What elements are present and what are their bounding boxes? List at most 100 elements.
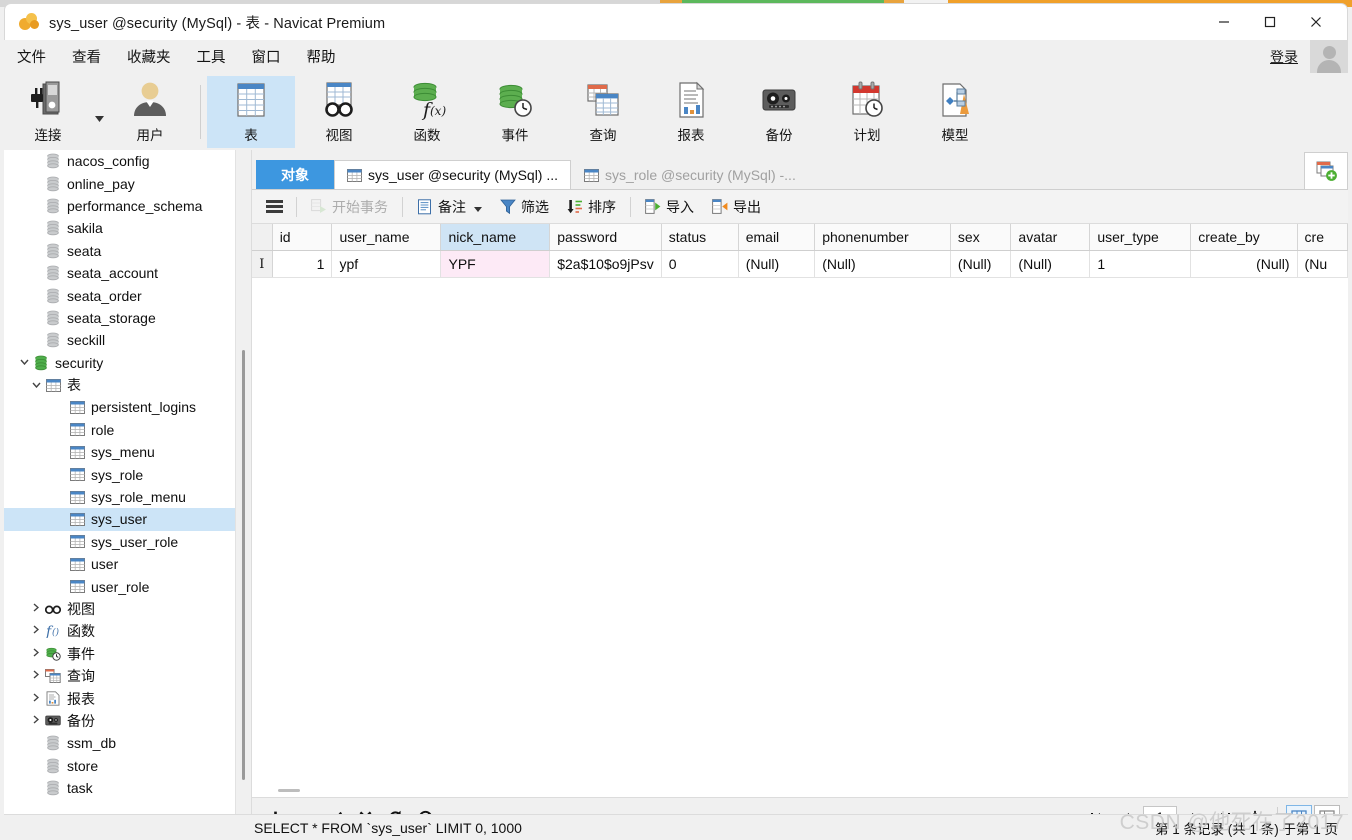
sidebar-scrollbar-thumb[interactable] [242,350,245,780]
maximize-button[interactable] [1247,4,1293,41]
ribbon-计划[interactable]: 计划 [823,76,911,148]
tree-node-报表[interactable]: 报表 [4,687,251,709]
column-header-password[interactable]: password [549,224,662,251]
tree-node-user_role[interactable]: user_role [4,575,251,597]
column-header-user_name[interactable]: user_name [331,224,442,251]
tree-node-user[interactable]: user [4,553,251,575]
tree-node-函数[interactable]: f () 函数 [4,620,251,642]
tree-node-seckill[interactable]: seckill [4,329,251,351]
cell-id[interactable]: 1 [272,250,333,278]
new-query-tab-button[interactable] [1304,152,1348,190]
tree-node-查询[interactable]: 查询 [4,665,251,687]
tree-node-task[interactable]: task [4,777,251,799]
ribbon-事件[interactable]: 事件 [471,76,559,148]
data-grid[interactable]: id user_name nick_name password status email p… [252,224,1348,798]
chevron-right-icon[interactable] [28,693,44,705]
tree-node-备份[interactable]: 备份 [4,710,251,732]
tree-node-seata_account[interactable]: seata_account [4,262,251,284]
column-header-status[interactable]: status [661,224,739,251]
close-button[interactable] [1293,4,1339,41]
tab-sys-user[interactable]: sys_user @security (MySql) ... [334,160,572,190]
chevron-right-icon[interactable] [28,648,44,660]
tree-node-store[interactable]: store [4,755,251,777]
cell-user_name[interactable]: ypf [331,250,442,278]
tree-node-sys_user_role[interactable]: sys_user_role [4,531,251,553]
tree-node-persistent_logins[interactable]: persistent_logins [4,396,251,418]
tree-node-视图[interactable]: 视图 [4,598,251,620]
menu-view[interactable]: 查看 [59,42,114,71]
cell-user_type[interactable]: 1 [1089,250,1192,278]
row-marker[interactable]: I [252,250,273,278]
chevron-right-icon[interactable] [28,603,44,615]
tree-node-sys_user[interactable]: sys_user [4,508,251,531]
gridbar-导出[interactable]: 导出 [703,193,770,221]
column-header-create_by[interactable]: create_by [1190,224,1298,251]
ribbon-报表[interactable]: 报表 [647,76,735,148]
tree-node-security[interactable]: security [4,352,251,374]
tree-node-sakila[interactable]: sakila [4,217,251,239]
tree-node-role[interactable]: role [4,419,251,441]
column-header-avatar[interactable]: avatar [1010,224,1091,251]
menu-favorites[interactable]: 收藏夹 [114,42,184,71]
gridbar-导入[interactable]: 导入 [636,193,703,221]
tab-sys-role[interactable]: sys_role @security (MySql) -... [571,160,809,190]
note-dropdown-caret[interactable] [471,199,482,215]
cell-status[interactable]: 0 [661,250,739,278]
cell-phonenumber[interactable]: (Null) [814,250,951,278]
menu-help[interactable]: 帮助 [294,42,349,71]
minimize-button[interactable] [1201,4,1247,41]
tab-objects[interactable]: 对象 [256,160,334,190]
cell-cre[interactable]: (Nu [1297,250,1348,278]
login-link[interactable]: 登录 [1270,47,1298,67]
tree-node-事件[interactable]: 事件 [4,643,251,665]
ribbon-连接[interactable]: 连接 [4,76,92,148]
gridbar-排序[interactable]: 排序 [558,193,625,221]
ribbon-函数[interactable]: f (x) 函数 [383,76,471,148]
menu-file[interactable]: 文件 [4,42,59,71]
chevron-right-icon[interactable] [28,625,44,637]
hamburger-menu-icon[interactable] [258,200,291,213]
column-header-nick_name[interactable]: nick_name [440,224,551,251]
tree-node-seata[interactable]: seata [4,240,251,262]
connection-dropdown-caret[interactable] [92,115,106,122]
tree-node-sys_role_menu[interactable]: sys_role_menu [4,486,251,508]
column-header-cre[interactable]: cre [1297,224,1348,251]
menu-window[interactable]: 窗口 [239,42,294,71]
tree-node-sys_menu[interactable]: sys_menu [4,441,251,463]
cell-sex[interactable]: (Null) [950,250,1012,278]
tree-node-performance_schema[interactable]: performance_schema [4,195,251,217]
tree-node-sys_role[interactable]: sys_role [4,463,251,485]
ribbon-表[interactable]: 表 [207,75,295,148]
ribbon-查询[interactable]: 查询 [559,76,647,148]
ribbon-模型[interactable]: 模型 [911,76,999,148]
tree-node-表[interactable]: 表 [4,374,251,396]
tree-node-online_pay[interactable]: online_pay [4,172,251,194]
ribbon-视图[interactable]: 视图 [295,76,383,148]
tree-node-seata_order[interactable]: seata_order [4,284,251,306]
tree-node-seata_storage[interactable]: seata_storage [4,307,251,329]
column-header-phonenumber[interactable]: phonenumber [814,224,951,251]
cell-email[interactable]: (Null) [738,250,816,278]
chevron-right-icon[interactable] [28,670,44,682]
panel-splitter-handle[interactable] [278,789,300,792]
cell-avatar[interactable]: (Null) [1010,250,1091,278]
ribbon-备份[interactable]: 备份 [735,76,823,148]
table-row[interactable]: I 1 ypf YPF $2a$10$o9jPsv 0 (Null) (Null) (Null)… [252,250,1348,278]
column-header-sex[interactable]: sex [950,224,1012,251]
cell-create_by[interactable]: (Null) [1190,250,1298,278]
column-header-id[interactable]: id [272,224,333,251]
chevron-down-icon[interactable] [28,380,44,391]
chevron-down-icon[interactable] [16,357,32,368]
menu-tools[interactable]: 工具 [184,42,239,71]
column-header-user_type[interactable]: user_type [1089,224,1192,251]
cell-password[interactable]: $2a$10$o9jPsv [549,250,662,278]
gridbar-筛选[interactable]: 筛选 [491,193,558,221]
tree-node-ssm_db[interactable]: ssm_db [4,732,251,754]
column-header-email[interactable]: email [738,224,816,251]
sidebar-scrollbar-track[interactable] [235,150,251,836]
tree-node-nacos_config[interactable]: nacos_config [4,150,251,172]
avatar[interactable] [1310,40,1348,73]
cell-nick_name[interactable]: YPF [440,250,551,278]
gridbar-备注[interactable]: 备注 [408,193,491,221]
chevron-right-icon[interactable] [28,715,44,727]
